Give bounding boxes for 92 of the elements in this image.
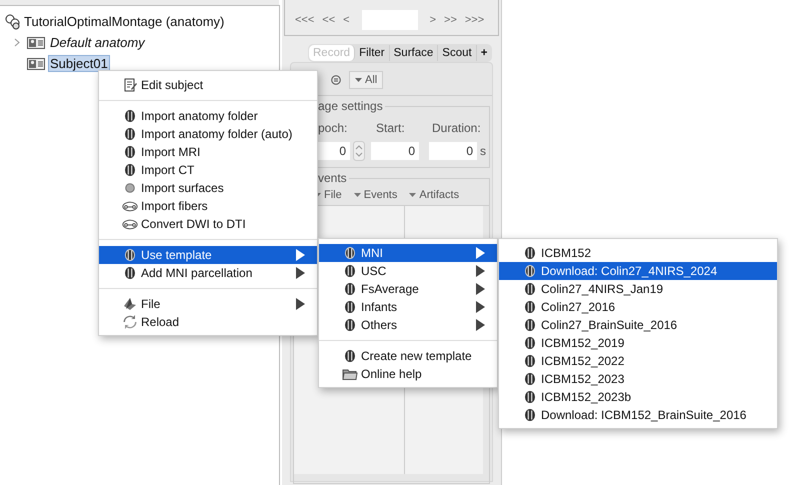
file-icon — [123, 297, 137, 311]
subject-label[interactable]: Default anatomy — [48, 34, 147, 51]
group-icon — [4, 14, 22, 30]
menu-item[interactable]: ICBM152_2022 — [499, 352, 777, 370]
menu-item[interactable]: Import MRI — [99, 143, 317, 161]
brain-icon — [525, 283, 535, 295]
subject-label[interactable]: Subject01 — [48, 55, 110, 72]
brain-icon — [525, 409, 535, 421]
menu-item[interactable]: Use template — [99, 246, 317, 264]
number-field[interactable]: 0 — [371, 142, 419, 160]
menu-item[interactable]: Add MNI parcellation — [99, 264, 317, 282]
brain-icon — [525, 247, 535, 259]
menu-item[interactable]: Infants — [319, 298, 497, 316]
brain-icon — [125, 267, 135, 279]
field-label: poch: — [317, 121, 348, 135]
brain-icon — [525, 319, 535, 331]
navigation-button[interactable]: >> — [440, 14, 461, 26]
menu-item[interactable]: USC — [319, 262, 497, 280]
menu-button[interactable]: Events — [354, 189, 398, 201]
menu-item[interactable]: Import anatomy folder — [99, 107, 317, 125]
brain-icon — [125, 249, 135, 261]
menu-item[interactable]: Edit subject — [99, 76, 317, 94]
brain-icon — [525, 337, 535, 349]
filter-dropdown[interactable]: All — [349, 71, 384, 89]
brain-icon — [525, 301, 535, 313]
brain-icon — [345, 283, 355, 295]
menu-item[interactable]: ICBM152_2019 — [499, 334, 777, 352]
caret-icon — [409, 193, 416, 197]
menu-item[interactable]: Reload — [99, 313, 317, 331]
brain-icon — [345, 247, 355, 259]
brain-icon — [525, 373, 535, 385]
folder-icon — [342, 368, 358, 380]
reload-icon — [123, 315, 137, 329]
caret-icon — [354, 193, 361, 197]
menu-item[interactable]: ICBM152_2023 — [499, 370, 777, 388]
menu-item[interactable]: Create new template — [319, 347, 497, 365]
group-title: age settings — [318, 99, 385, 113]
unit-label: s — [480, 144, 486, 158]
tab[interactable]: Scout — [438, 45, 477, 61]
spinner-icon[interactable] — [353, 141, 365, 161]
expand-chevron-icon[interactable] — [14, 38, 20, 47]
menu-item[interactable]: Colin27_4NIRS_Jan19 — [499, 280, 777, 298]
brain-icon — [525, 391, 535, 403]
menu-item[interactable]: Colin27_BrainSuite_2016 — [499, 316, 777, 334]
subject-icon — [27, 58, 45, 70]
brain-icon — [525, 265, 535, 277]
menu-item[interactable]: Import surfaces — [99, 179, 317, 197]
protocol-label[interactable]: TutorialOptimalMontage (anatomy) — [22, 13, 226, 30]
menu-item[interactable]: ICBM152 — [499, 244, 777, 262]
brain-icon — [125, 146, 135, 158]
menu-item[interactable]: Import anatomy folder (auto) — [99, 125, 317, 143]
sphere-icon — [125, 183, 135, 193]
brain-icon — [125, 110, 135, 122]
brain-icon — [345, 301, 355, 313]
menu-item[interactable]: Colin27_2016 — [499, 298, 777, 316]
menu-item[interactable]: Download: ICBM152_BrainSuite_2016 — [499, 406, 777, 424]
menu-item[interactable]: Convert DWI to DTI — [99, 215, 317, 233]
menu-item[interactable]: Download: Colin27_4NIRS_2024 — [499, 262, 777, 280]
menu-item[interactable]: MNI — [319, 244, 497, 262]
brain-icon — [525, 355, 535, 367]
brain-icon — [345, 319, 355, 331]
group-title: vents — [318, 171, 349, 185]
brain-icon — [345, 350, 355, 362]
fibers-icon — [122, 200, 138, 212]
menu-item[interactable]: Import CT — [99, 161, 317, 179]
menu-item[interactable]: FsAverage — [319, 280, 497, 298]
caret-icon — [355, 78, 362, 82]
menu-item[interactable]: ICBM152_2023b — [499, 388, 777, 406]
menu-item[interactable]: File — [99, 295, 317, 313]
navigation-button[interactable]: >>> — [460, 14, 488, 26]
navigation-button[interactable]: <<< — [291, 14, 318, 26]
tab[interactable]: + — [476, 45, 492, 61]
brain-icon — [345, 265, 355, 277]
fibers-icon — [122, 218, 138, 230]
edit-icon — [124, 78, 136, 92]
menu-item[interactable]: Others — [319, 316, 497, 334]
list-icon[interactable] — [331, 75, 341, 85]
navigation-button[interactable]: << — [318, 14, 340, 26]
menu-item[interactable]: Import fibers — [99, 197, 317, 215]
tab[interactable]: Surface — [390, 45, 438, 61]
menu-button[interactable]: Artifacts — [409, 189, 460, 201]
number-field[interactable]: 0 — [429, 142, 477, 160]
brain-icon — [125, 128, 135, 140]
tab[interactable]: Filter — [355, 45, 390, 61]
navigation-button[interactable]: < — [339, 14, 354, 26]
brain-icon — [125, 164, 135, 176]
number-field[interactable]: 0 — [316, 142, 350, 160]
menu-item[interactable]: Online help — [319, 365, 497, 383]
field-label: Start: — [375, 121, 406, 135]
navigation-button[interactable]: > — [426, 14, 440, 26]
field-label: Duration: — [432, 121, 482, 135]
subject-icon — [27, 36, 45, 48]
